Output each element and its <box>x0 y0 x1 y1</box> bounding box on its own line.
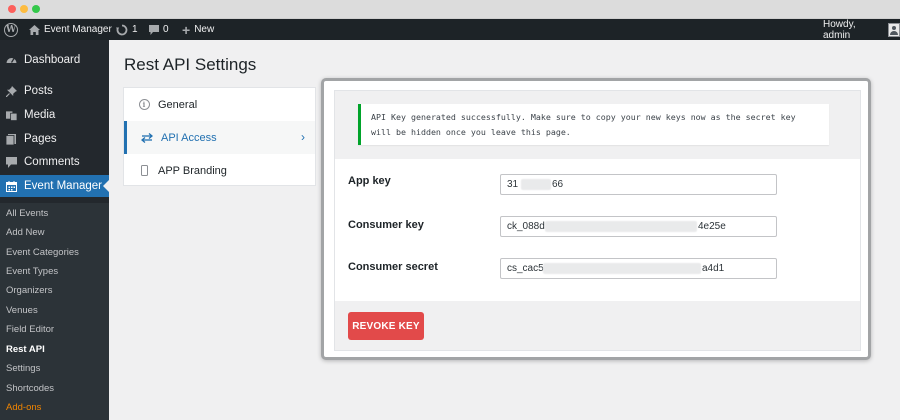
sidebar-item-label: Pages <box>24 133 57 145</box>
admin-bar: W Event Manager 1 0 + New Howdy, admin <box>0 18 900 41</box>
page-title: Rest API Settings <box>124 55 257 74</box>
sidebar-item-posts[interactable]: Posts <box>0 80 109 102</box>
app-key-label: App key <box>348 175 391 187</box>
consumer-key-field[interactable]: ck_088d 4e25e <box>500 216 777 237</box>
comments-link[interactable]: 0 <box>149 19 169 40</box>
admin-sidebar: Dashboard Posts Media Pages Comments Eve… <box>0 40 109 420</box>
sidebar-item-label: Media <box>24 109 56 121</box>
sidebar-item-label: Posts <box>24 85 53 97</box>
updates-link[interactable]: 1 <box>116 19 138 40</box>
dashboard-icon <box>6 55 17 66</box>
comment-bubble-icon <box>149 24 159 35</box>
submenu-organizers[interactable]: Organizers <box>6 285 52 296</box>
close-window-button[interactable] <box>8 5 16 13</box>
submenu-rest-api[interactable]: Rest API <box>6 344 45 355</box>
tab-label: API Access <box>161 131 217 144</box>
redacted-consumer-key <box>545 221 697 232</box>
redacted-app-key <box>521 179 551 190</box>
pin-icon <box>6 85 17 97</box>
consumer-key-label: Consumer key <box>348 219 424 231</box>
tab-general[interactable]: i General <box>124 88 315 121</box>
comment-icon <box>6 156 17 168</box>
phone-icon <box>138 165 150 177</box>
submenu-event-types[interactable]: Event Types <box>6 266 58 277</box>
tab-app-branding[interactable]: APP Branding <box>124 154 315 187</box>
pages-icon <box>6 133 17 145</box>
sidebar-item-media[interactable]: Media <box>0 104 109 126</box>
window-titlebar <box>0 0 900 19</box>
sidebar-item-label: Event Manager <box>24 180 102 192</box>
greeting-label: Howdy, admin <box>823 18 856 41</box>
account-menu[interactable]: Howdy, admin <box>823 18 900 41</box>
calendar-icon <box>6 180 17 192</box>
app-key-value-end: 66 <box>552 179 564 190</box>
sidebar-item-dashboard[interactable]: Dashboard <box>0 49 109 71</box>
app-key-field[interactable]: 31 66 <box>500 174 777 195</box>
plus-icon: + <box>182 21 191 38</box>
minimize-window-button[interactable] <box>20 5 28 13</box>
submenu-venues[interactable]: Venues <box>6 305 38 316</box>
comments-count: 0 <box>163 24 169 35</box>
success-notice: API Key generated successfully. Make sur… <box>358 104 829 145</box>
tab-label: APP Branding <box>158 164 227 177</box>
updates-count: 1 <box>132 24 138 35</box>
media-icon <box>6 110 17 121</box>
site-name-link[interactable]: Event Manager <box>29 19 112 40</box>
wordpress-icon: W <box>4 22 18 37</box>
tab-label: General <box>158 98 198 111</box>
tab-api-access[interactable]: API Access › <box>124 121 315 154</box>
update-icon <box>116 24 128 36</box>
submenu-settings[interactable]: Settings <box>6 363 40 374</box>
swap-arrows-icon <box>141 132 153 144</box>
new-content-link[interactable]: + New <box>182 19 214 40</box>
home-icon <box>29 24 40 35</box>
avatar <box>888 22 900 37</box>
consumer-secret-value-start: cs_cac5 <box>507 263 544 274</box>
consumer-secret-label: Consumer secret <box>348 261 438 273</box>
submenu-add-new[interactable]: Add New <box>6 227 45 238</box>
wordpress-logo-button[interactable]: W <box>4 19 18 40</box>
api-access-panel: API Key generated successfully. Make sur… <box>321 78 871 360</box>
consumer-key-value-end: 4e25e <box>698 221 726 232</box>
sidebar-item-event-manager[interactable]: Event Manager <box>0 175 109 197</box>
actions-area: REVOKE KEY <box>335 301 860 350</box>
maximize-window-button[interactable] <box>32 5 40 13</box>
submenu-event-categories[interactable]: Event Categories <box>6 247 79 258</box>
app-key-value-start: 31 <box>507 179 519 190</box>
submenu-field-editor[interactable]: Field Editor <box>6 324 54 335</box>
sidebar-item-label: Comments <box>24 156 80 168</box>
sidebar-item-pages[interactable]: Pages <box>0 128 109 150</box>
notice-area: API Key generated successfully. Make sur… <box>335 91 860 159</box>
settings-tabs: i General API Access › APP Branding <box>123 87 316 186</box>
sidebar-item-comments[interactable]: Comments <box>0 151 109 173</box>
chevron-right-icon: › <box>301 130 305 144</box>
api-access-card: API Key generated successfully. Make sur… <box>334 90 861 351</box>
consumer-secret-value-end: a4d1 <box>702 263 725 274</box>
consumer-key-value-start: ck_088d <box>507 221 545 232</box>
redacted-consumer-secret <box>543 263 701 274</box>
site-name-label: Event Manager <box>44 24 112 35</box>
revoke-key-button[interactable]: REVOKE KEY <box>348 312 424 340</box>
submenu-add-ons[interactable]: Add-ons <box>6 402 41 413</box>
info-icon: i <box>138 99 150 111</box>
submenu-shortcodes[interactable]: Shortcodes <box>6 383 54 394</box>
new-label: New <box>194 24 215 35</box>
submenu-all-events[interactable]: All Events <box>6 208 48 219</box>
sidebar-item-label: Dashboard <box>24 54 81 66</box>
consumer-secret-field[interactable]: cs_cac5 a4d1 <box>500 258 777 279</box>
